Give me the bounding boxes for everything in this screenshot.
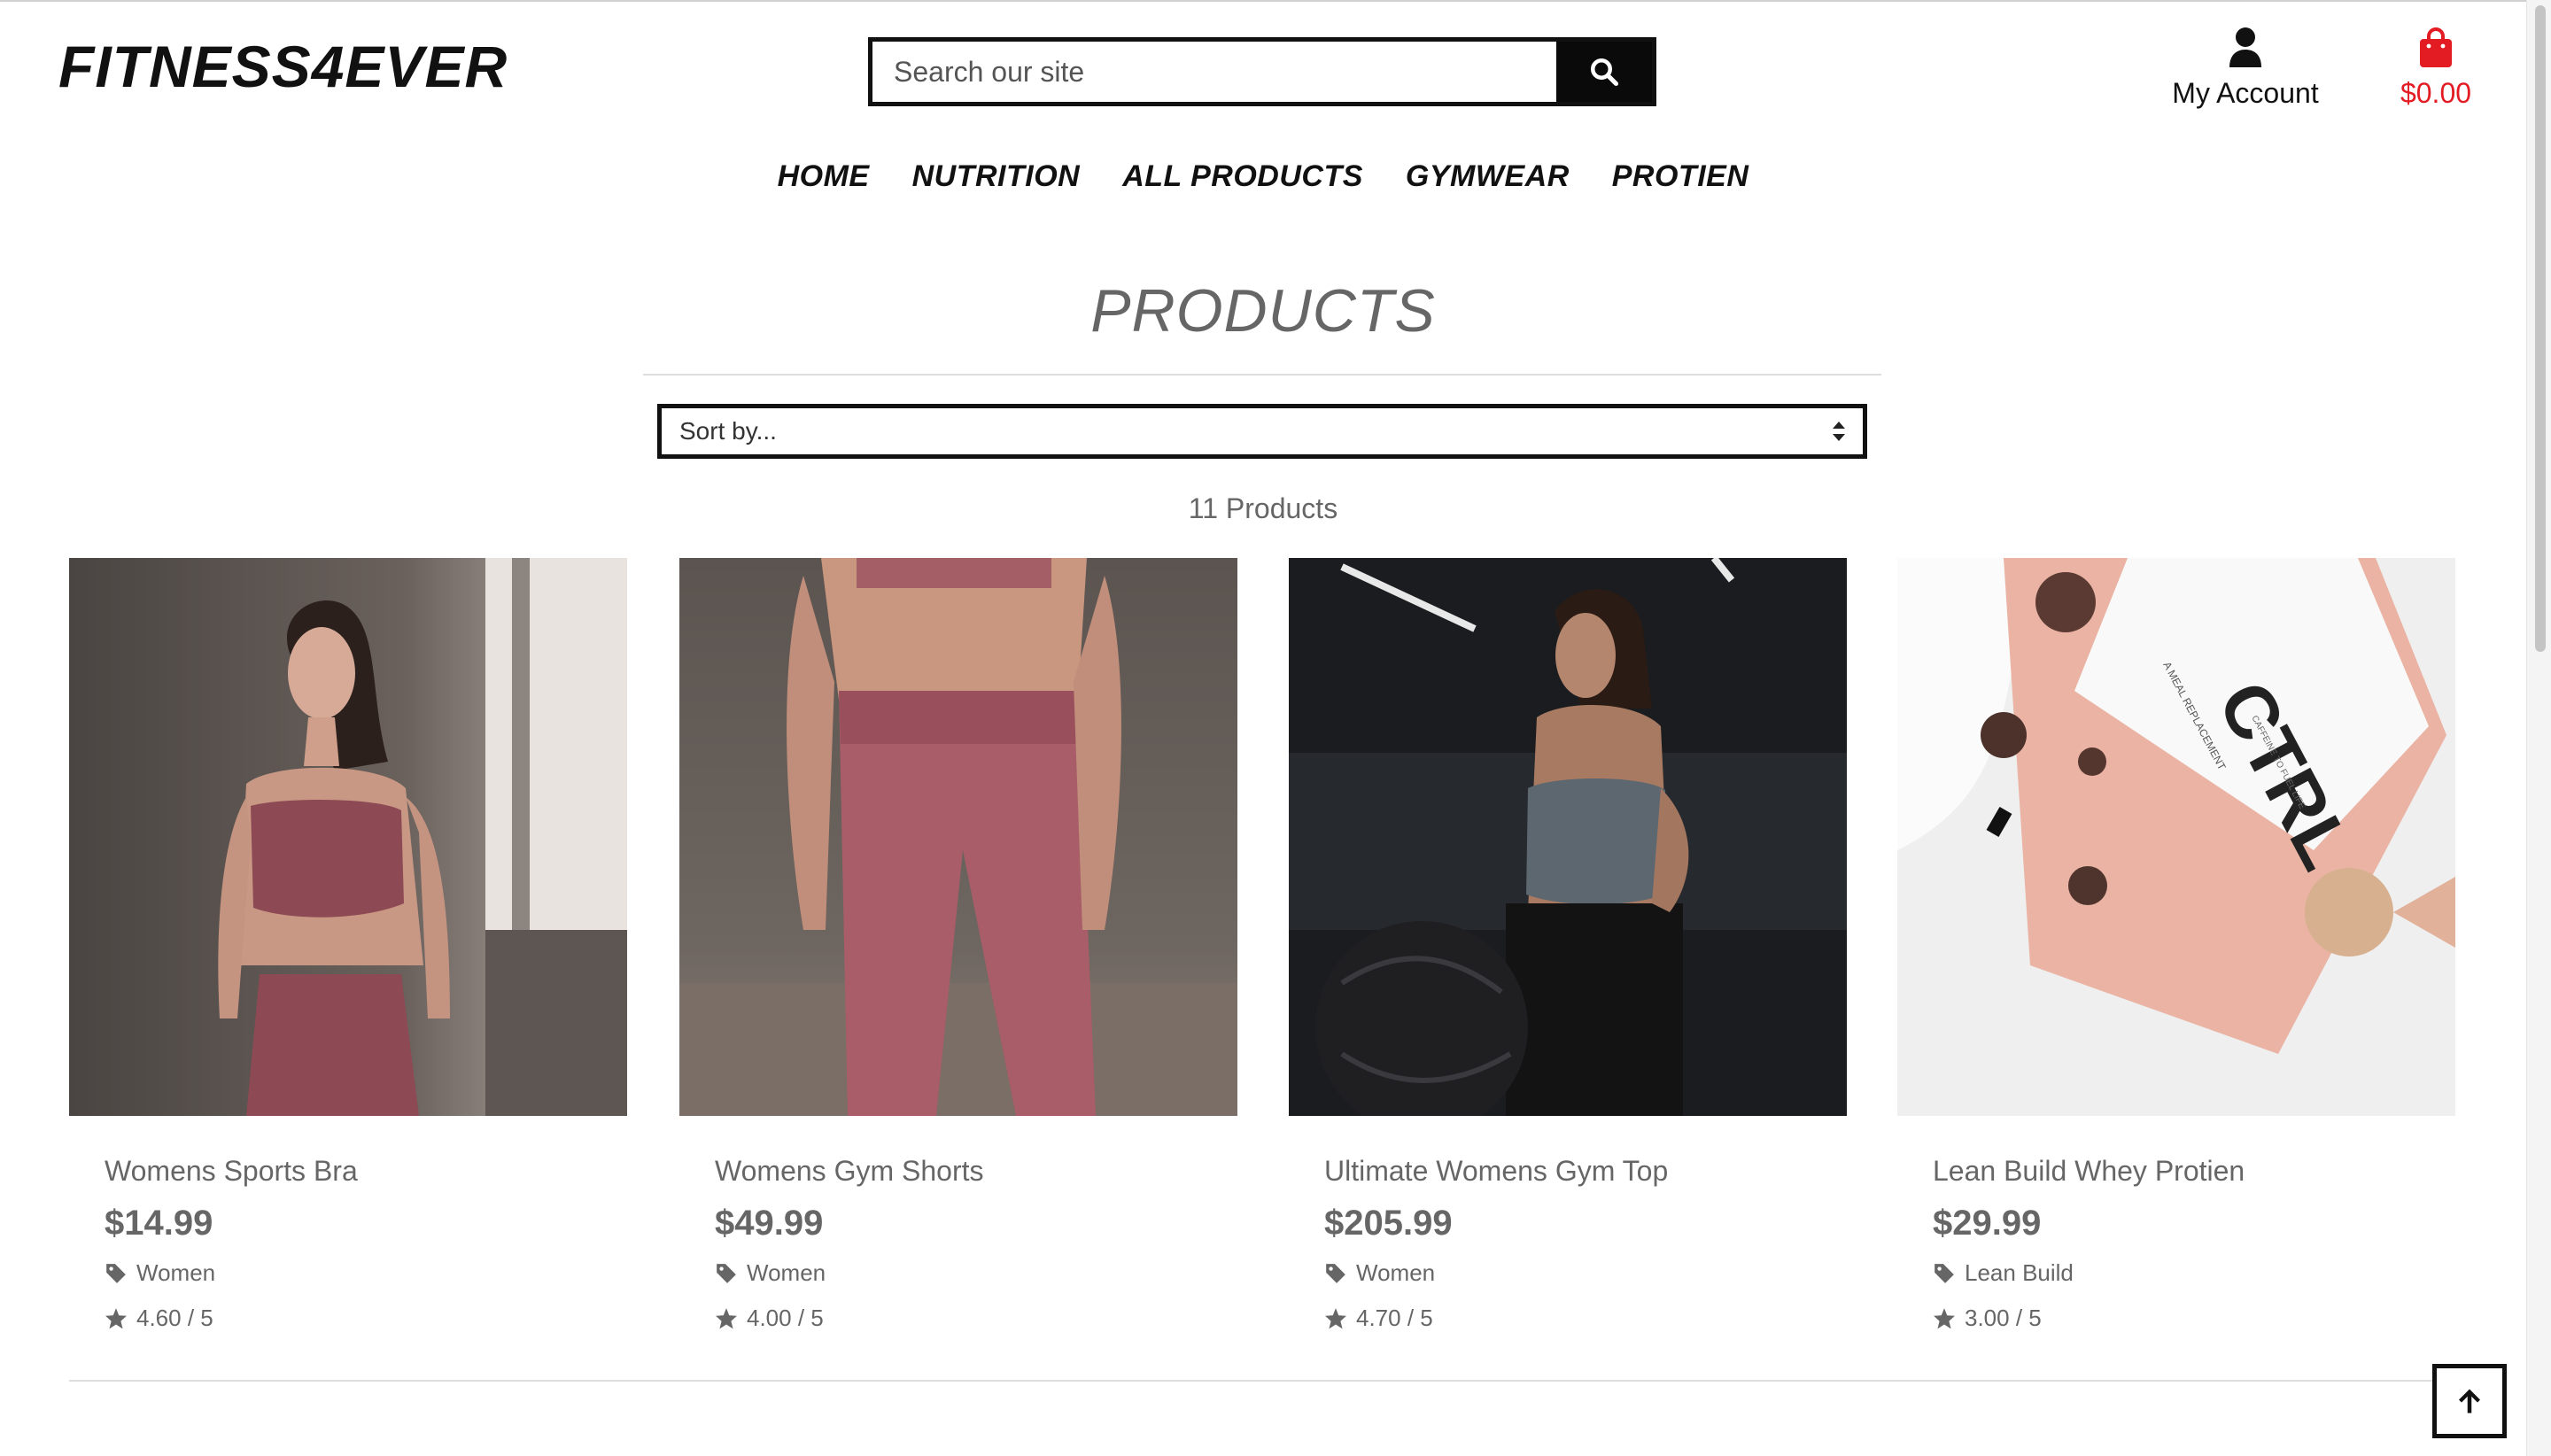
my-account-label: My Account (2172, 77, 2319, 109)
scrollbar-thumb[interactable] (2535, 5, 2546, 652)
product-grid: Womens Sports Bra $14.99 Women 4.60 / 5 (69, 558, 2455, 1355)
product-card[interactable]: CTRL A MEAL REPLACEMENT CAFFEINE TO FUEL… (1897, 558, 2455, 1332)
product-rating: 4.70 / 5 (1324, 1305, 1847, 1332)
product-price: $205.99 (1324, 1204, 1453, 1243)
product-category-label: Women (136, 1259, 216, 1286)
product-price: $49.99 (715, 1204, 824, 1243)
sort-select[interactable]: Sort by... (657, 404, 1867, 459)
page-title: PRODUCTS (1090, 277, 1436, 345)
top-border (0, 0, 2526, 2)
product-image-whey-protien[interactable]: CTRL A MEAL REPLACEMENT CAFFEINE TO FUEL… (1897, 558, 2455, 1116)
site-logo[interactable]: FITNESS4EVER (58, 37, 508, 96)
product-name[interactable]: Womens Sports Bra (105, 1155, 627, 1188)
sort-arrows-icon (1833, 422, 1845, 441)
tag-icon (106, 1263, 126, 1283)
user-icon (2229, 27, 2261, 67)
tag-icon (1326, 1263, 1345, 1283)
cart-link[interactable]: $0.00 (2383, 27, 2489, 110)
search-bar (868, 37, 1656, 106)
product-info: Womens Sports Bra $14.99 Women 4.60 / 5 (69, 1116, 627, 1332)
product-rating-value: 4.00 / 5 (747, 1305, 824, 1331)
cart-total: $0.00 (2400, 77, 2472, 109)
nav-item-protien[interactable]: PROTIEN (1612, 159, 1749, 194)
product-category[interactable]: Women (715, 1259, 1237, 1287)
product-rating-value: 4.70 / 5 (1356, 1305, 1433, 1331)
product-info: Ultimate Womens Gym Top $205.99 Women 4.… (1289, 1116, 1847, 1332)
product-category-label: Women (747, 1259, 826, 1286)
product-info: Lean Build Whey Protien $29.99 Lean Buil… (1897, 1116, 2455, 1332)
product-category-label: Women (1356, 1259, 1436, 1286)
nav-item-gymwear[interactable]: GYMWEAR (1406, 159, 1570, 194)
product-rating: 3.00 / 5 (1933, 1305, 2455, 1332)
product-category-label: Lean Build (1965, 1259, 2074, 1286)
star-icon (716, 1307, 737, 1328)
sort-select-value: Sort by... (679, 417, 777, 445)
star-icon (1934, 1307, 1955, 1328)
search-button[interactable] (1556, 42, 1652, 102)
nav-item-nutrition[interactable]: NUTRITION (912, 159, 1081, 194)
tag-icon (1935, 1263, 1954, 1283)
tag-icon (717, 1263, 736, 1283)
shopping-bag-icon (2420, 27, 2452, 67)
product-count: 11 Products (1188, 492, 1338, 524)
product-name[interactable]: Ultimate Womens Gym Top (1324, 1155, 1847, 1188)
product-image-gym-top[interactable] (1289, 558, 1847, 1116)
product-name[interactable]: Lean Build Whey Protien (1933, 1155, 2455, 1188)
star-icon (1325, 1307, 1346, 1328)
back-to-top-button[interactable] (2432, 1364, 2507, 1438)
product-image-sports-bra[interactable] (69, 558, 627, 1116)
product-category[interactable]: Women (1324, 1259, 1847, 1287)
star-icon (105, 1307, 127, 1328)
product-category[interactable]: Women (105, 1259, 627, 1287)
nav-item-all-products[interactable]: ALL PRODUCTS (1122, 159, 1363, 194)
grid-divider (69, 1380, 2455, 1382)
title-divider (643, 374, 1881, 376)
nav-item-home[interactable]: HOME (778, 159, 870, 194)
product-price: $14.99 (105, 1204, 213, 1243)
product-card[interactable]: Ultimate Womens Gym Top $205.99 Women 4.… (1289, 558, 1847, 1332)
product-info: Womens Gym Shorts $49.99 Women 4.00 / 5 (679, 1116, 1237, 1332)
product-rating: 4.60 / 5 (105, 1305, 627, 1332)
my-account-link[interactable]: My Account (2161, 27, 2330, 110)
product-rating-value: 3.00 / 5 (1965, 1305, 2042, 1331)
search-icon (1591, 58, 1619, 87)
arrow-up-icon (2459, 1389, 2480, 1413)
product-rating-value: 4.60 / 5 (136, 1305, 213, 1331)
product-price: $29.99 (1933, 1204, 2042, 1243)
main-nav: HOME NUTRITION ALL PRODUCTS GYMWEAR PROT… (0, 159, 2526, 194)
product-category[interactable]: Lean Build (1933, 1259, 2455, 1287)
product-rating: 4.00 / 5 (715, 1305, 1237, 1332)
product-image-gym-shorts[interactable] (679, 558, 1237, 1116)
product-name[interactable]: Womens Gym Shorts (715, 1155, 1237, 1188)
product-card[interactable]: Womens Sports Bra $14.99 Women 4.60 / 5 (69, 558, 627, 1332)
product-card[interactable]: Womens Gym Shorts $49.99 Women 4.00 / 5 (679, 558, 1237, 1332)
search-input[interactable] (872, 42, 1556, 102)
